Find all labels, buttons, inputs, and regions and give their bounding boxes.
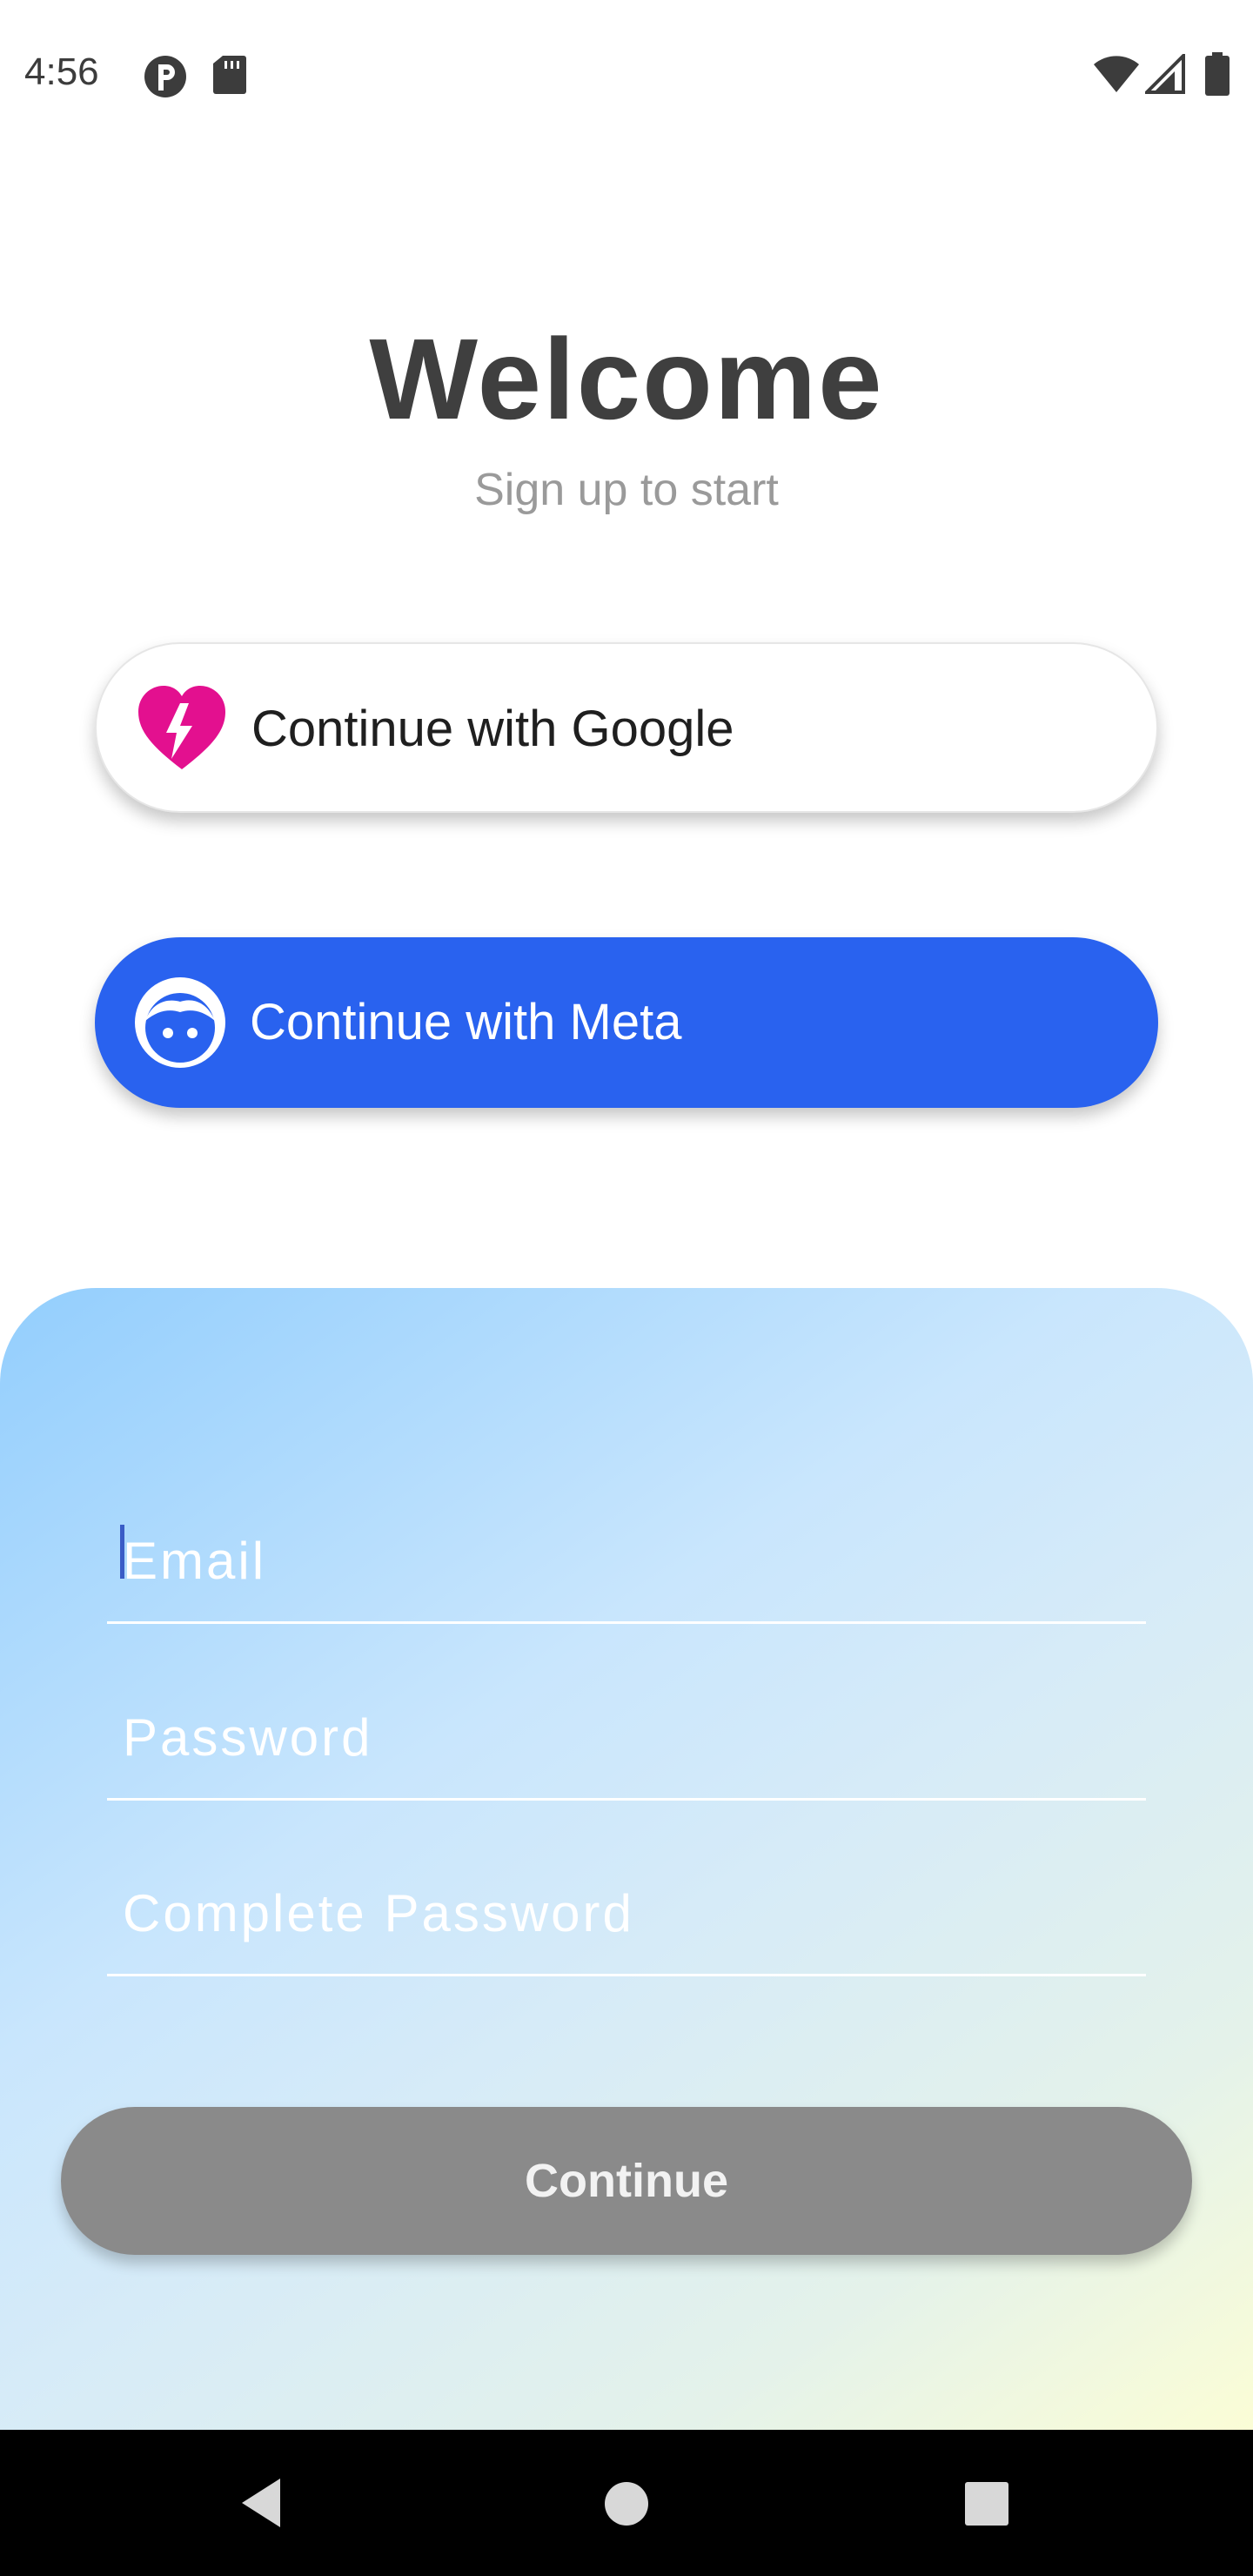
sd-card-icon [213, 56, 246, 94]
text-cursor [120, 1525, 124, 1579]
home-icon[interactable] [603, 2480, 650, 2527]
google-button-label: Continue with Google [251, 701, 734, 757]
system-nav-bar [0, 2430, 1253, 2576]
wifi-icon [1094, 56, 1139, 92]
password-field[interactable] [123, 1702, 1132, 1772]
confirm-password-field[interactable] [123, 1878, 1132, 1948]
signup-screen: 4:56 Welcome Sign up to start Continue w… [0, 0, 1253, 2576]
meta-button-label: Continue with Meta [250, 994, 682, 1050]
page-subtitle: Sign up to start [474, 465, 779, 515]
cellular-signal-icon [1145, 54, 1185, 94]
status-bar: 4:56 [0, 0, 1253, 148]
broken-heart-icon [138, 686, 225, 769]
privacy-shield-icon [144, 56, 186, 97]
recents-icon[interactable] [964, 2481, 1009, 2526]
continue-with-meta-button[interactable]: Continue with Meta [95, 937, 1158, 1108]
password-field-container [107, 1670, 1146, 1801]
continue-button[interactable]: Continue [61, 2107, 1192, 2255]
face-icon [135, 977, 225, 1068]
back-icon[interactable] [235, 2475, 291, 2531]
page-title: Welcome [369, 315, 884, 443]
continue-with-google-button[interactable]: Continue with Google [95, 642, 1158, 813]
battery-icon [1205, 52, 1230, 96]
email-field-container [107, 1493, 1146, 1624]
confirm-password-field-container [107, 1846, 1146, 1976]
email-field[interactable] [123, 1526, 1132, 1595]
status-time: 4:56 [24, 50, 99, 93]
